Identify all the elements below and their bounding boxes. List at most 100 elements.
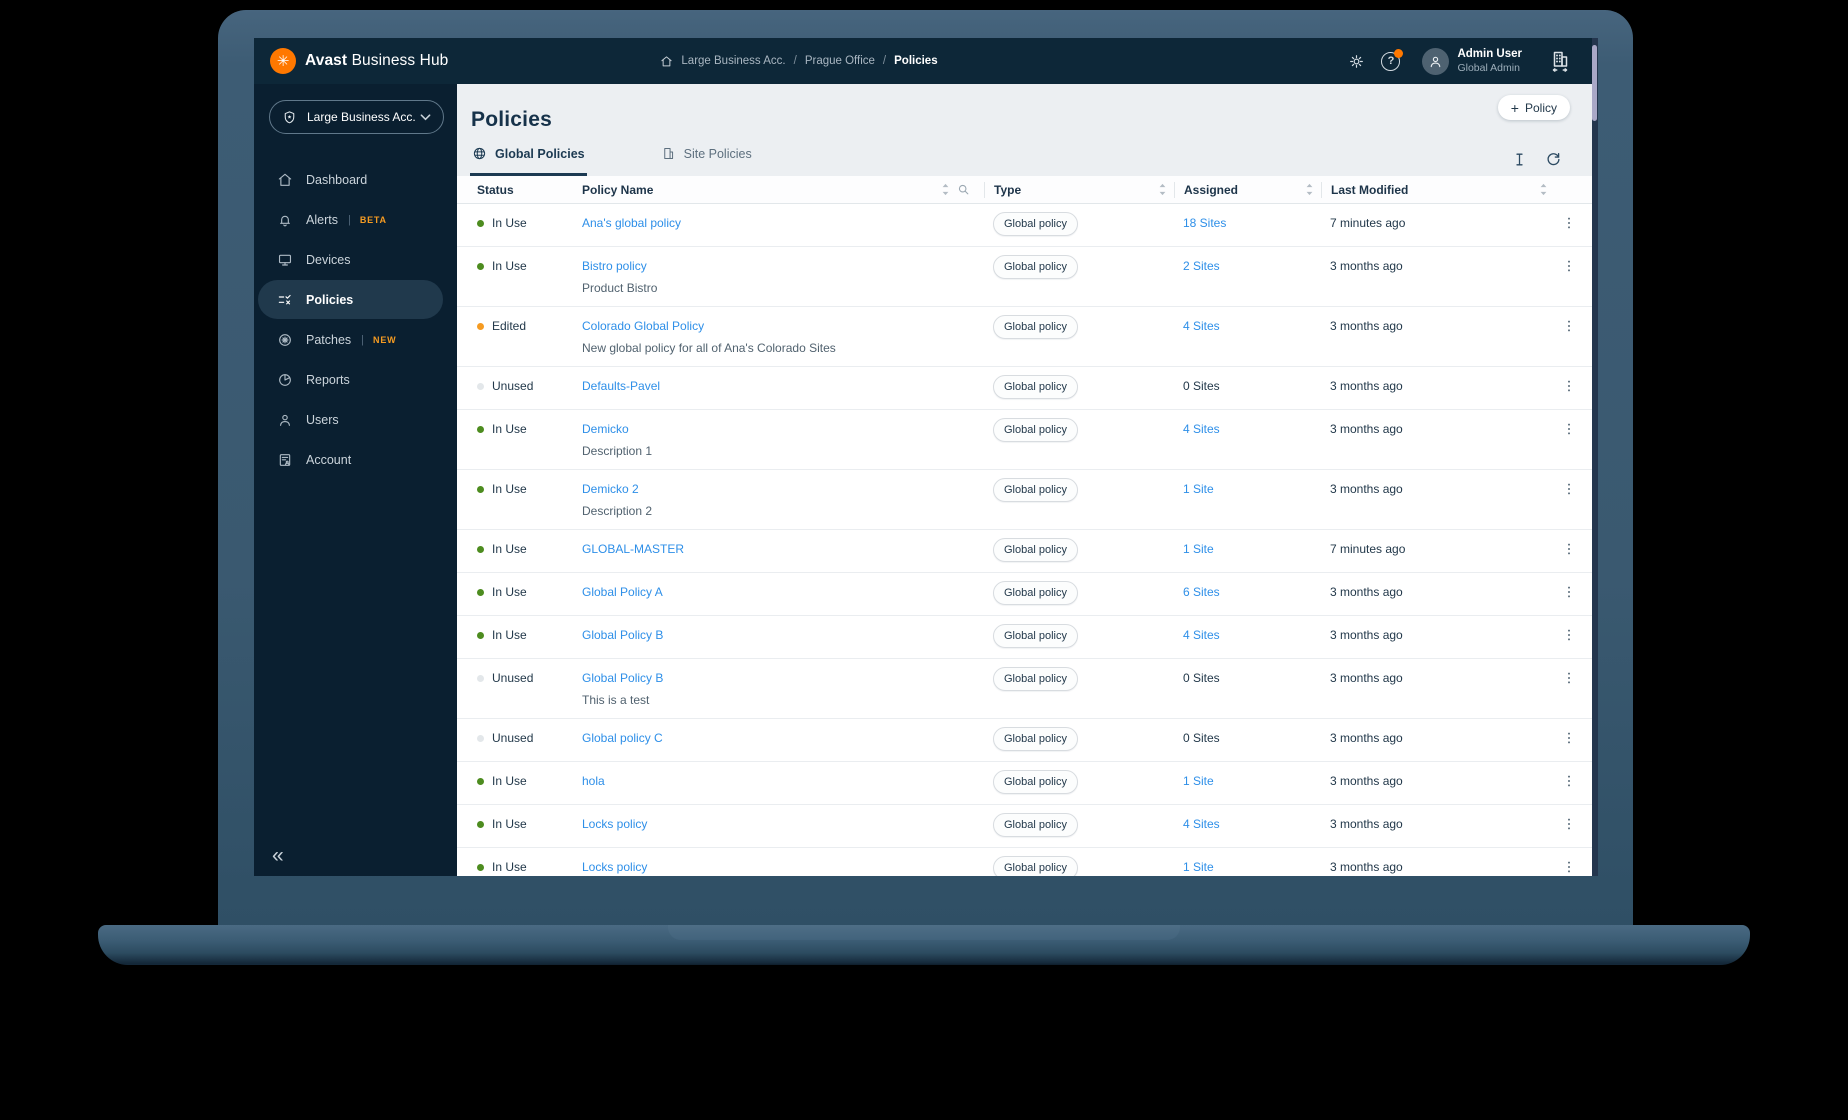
policy-name-link[interactable]: Global Policy B [582,670,663,686]
monitor-icon [277,252,293,268]
row-menu-button[interactable] [1561,258,1577,274]
row-menu-button[interactable] [1561,318,1577,334]
row-menu-button[interactable] [1561,215,1577,231]
policy-name-link[interactable]: Defaults-Pavel [582,378,660,394]
row-menu-button[interactable] [1561,584,1577,600]
home-icon[interactable] [660,55,673,68]
policy-description: Product Bistro [582,281,658,295]
policy-name-link[interactable]: Locks policy [582,816,647,832]
assigned-sites-link[interactable]: 1 Site [1183,542,1214,556]
policy-name-link[interactable]: GLOBAL-MASTER [582,541,684,557]
last-modified: 7 minutes ago [1330,542,1406,556]
user-block[interactable]: Admin User Global Admin [1457,48,1522,74]
policy-name-link[interactable]: Colorado Global Policy [582,318,704,334]
home-icon [277,172,293,188]
help-icon[interactable]: ? [1381,48,1404,71]
sidebar-item-alerts[interactable]: Alerts | BETA [258,200,443,239]
row-menu-button[interactable] [1561,670,1577,686]
policy-name-link[interactable]: Demicko 2 [582,481,639,497]
assigned-sites-link[interactable]: 4 Sites [1183,422,1220,436]
type-cell: Global policy [984,770,1174,794]
policy-name-link[interactable]: Global policy C [582,730,663,746]
assigned-sites-link[interactable]: 6 Sites [1183,585,1220,599]
assigned-cell: 4 Sites [1174,421,1321,437]
breadcrumb-item[interactable]: Prague Office [805,55,875,67]
refresh-icon[interactable] [1545,151,1562,168]
assigned-sites-link[interactable]: 1 Site [1183,482,1214,496]
policy-name-link[interactable]: Global Policy A [582,584,663,600]
policy-name-link[interactable]: Global Policy B [582,627,663,643]
assigned-sites-link[interactable]: 1 Site [1183,774,1214,788]
actions-cell [1555,670,1592,686]
assigned-sites-link[interactable]: 4 Sites [1183,319,1220,333]
table-row: In Use Demicko 2 Description 2 Global po… [457,470,1592,530]
type-badge: Global policy [993,418,1078,442]
text-cursor-icon[interactable] [1511,151,1528,168]
row-menu-button[interactable] [1561,730,1577,746]
row-menu-button[interactable] [1561,481,1577,497]
sidebar-item-patches[interactable]: Patches | NEW [258,320,443,359]
org-switcher-icon[interactable] [1548,49,1572,73]
sidebar-item-reports[interactable]: Reports | [258,360,443,399]
sort-icon[interactable] [1305,182,1314,197]
sidebar-item-policies[interactable]: Policies | [258,280,443,319]
row-menu-button[interactable] [1561,541,1577,557]
sidebar-item-badge: | BETA [348,214,387,226]
policy-name-link[interactable]: Demicko [582,421,629,437]
assigned-sites-link[interactable]: 18 Sites [1183,216,1226,230]
row-menu-button[interactable] [1561,421,1577,437]
status-dot [477,588,484,596]
account-selector[interactable]: Large Business Acc. [269,100,444,134]
tab-global-policies[interactable]: Global Policies [470,146,587,176]
status-dot [477,322,484,330]
reports-icon [277,372,293,388]
sort-icon[interactable] [1158,182,1167,197]
collapse-sidebar-button[interactable]: « [272,845,284,866]
table-row: Unused Defaults-Pavel Global policy 0 Si… [457,367,1592,410]
status-dot [477,382,484,390]
assigned-sites-link[interactable]: 4 Sites [1183,817,1220,831]
policy-name-link[interactable]: hola [582,773,605,789]
assigned-sites-link[interactable]: 2 Sites [1183,259,1220,273]
sort-icon[interactable] [941,182,950,197]
assigned-sites-link[interactable]: 4 Sites [1183,628,1220,642]
assigned-sites-link[interactable]: 1 Site [1183,860,1214,874]
avast-logo-icon[interactable]: ✳ [270,48,296,74]
policy-name-cell: GLOBAL-MASTER [582,541,984,557]
sidebar-item-users[interactable]: Users | [258,400,443,439]
policy-name-link[interactable]: Bistro policy [582,258,647,274]
policy-name-cell: Bistro policy Product Bistro [582,258,984,296]
scrollbar-thumb[interactable] [1592,45,1597,121]
gear-icon[interactable] [1348,53,1365,70]
row-menu-button[interactable] [1561,859,1577,875]
sidebar-item-account[interactable]: Account | [258,440,443,479]
table-row: In Use Locks policy Global policy 4 Site… [457,805,1592,848]
row-menu-button[interactable] [1561,773,1577,789]
assigned-cell: 1 Site [1174,773,1321,789]
row-menu-button[interactable] [1561,627,1577,643]
sidebar-item-dashboard[interactable]: Dashboard | [258,160,443,199]
table-tools [1511,151,1562,168]
search-icon[interactable] [957,183,970,196]
add-policy-button[interactable]: + Policy [1497,95,1570,120]
sidebar-item-devices[interactable]: Devices | [258,240,443,279]
add-policy-label: Policy [1524,100,1557,115]
row-menu-button[interactable] [1561,378,1577,394]
assigned-cell: 18 Sites [1174,215,1321,231]
type-cell: Global policy [984,581,1174,605]
policy-name-link[interactable]: Ana's global policy [582,215,681,231]
breadcrumb-item[interactable]: Large Business Acc. [681,55,785,67]
row-menu-button[interactable] [1561,816,1577,832]
status-text: In Use [492,860,527,874]
avatar[interactable] [1422,47,1450,75]
tab-site-policies[interactable]: Site Policies [659,146,754,176]
sidebar-item-label: Patches [306,332,352,347]
type-cell: Global policy [984,418,1174,442]
policy-name-cell: hola [582,773,984,789]
type-badge: Global policy [993,813,1078,837]
sort-icon[interactable] [1539,182,1548,197]
type-cell: Global policy [984,212,1174,236]
policy-name-link[interactable]: Locks policy [582,859,647,875]
type-cell: Global policy [984,538,1174,562]
status-cell: In Use [457,773,582,789]
